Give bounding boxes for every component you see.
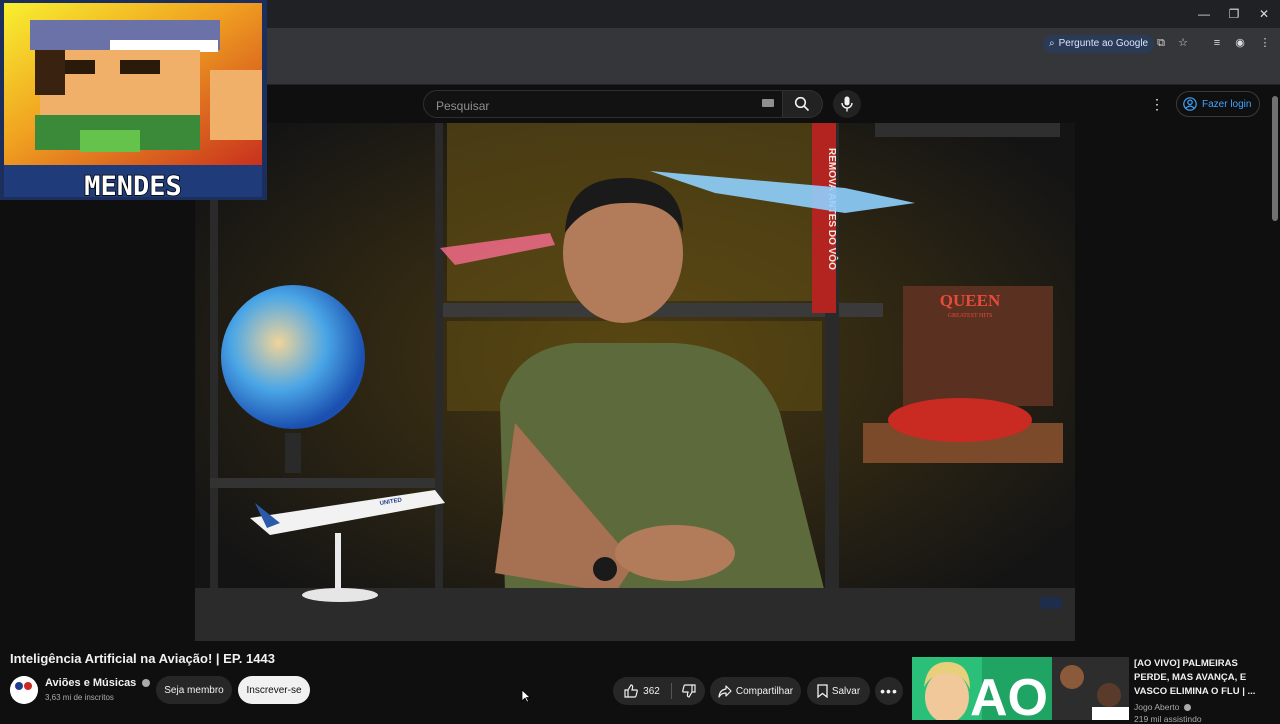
google-lens-icon: ⌕ — [1049, 38, 1055, 49]
channel-name-label: Aviões e Músicas — [45, 677, 137, 689]
like-dislike-group: 362 — [613, 677, 705, 705]
recommended-video-title[interactable]: [AO VIVO] PALMEIRAS PERDE, MAS AVANÇA, E… — [1134, 657, 1264, 699]
ask-google-button[interactable]: ⌕ Pergunte ao Google — [1043, 35, 1155, 53]
dislike-button[interactable] — [672, 677, 705, 705]
restore-icon[interactable]: ❐ — [1226, 6, 1242, 22]
save-label: Salvar — [831, 685, 861, 697]
recommended-channel[interactable]: Jogo Aberto — [1134, 702, 1191, 712]
search-button[interactable] — [783, 90, 823, 118]
close-icon[interactable]: ✕ — [1256, 6, 1272, 22]
more-horizontal-icon: ••• — [880, 683, 898, 699]
browser-menu-icon[interactable]: ⋮ — [1258, 36, 1272, 50]
install-app-icon[interactable]: ⧉ — [1154, 36, 1168, 50]
channel-avatar[interactable] — [10, 676, 38, 704]
streamer-overlay: MENDES — [0, 0, 267, 200]
sign-in-button[interactable]: Fazer login — [1176, 91, 1260, 117]
verified-badge-icon — [142, 679, 151, 688]
video-title: Inteligência Artificial na Aviação! | EP… — [10, 651, 275, 666]
subscriber-count: 3,63 mi de inscritos — [45, 693, 114, 702]
album-subtitle-text: GREATEST HITS — [948, 313, 993, 319]
page-scrollbar[interactable] — [1271, 88, 1279, 720]
recommended-video-thumbnail[interactable]: AO — [912, 657, 1129, 720]
minimize-icon[interactable]: — — [1196, 6, 1212, 22]
media-controls-icon[interactable]: ≡ — [1210, 36, 1224, 50]
search-box[interactable] — [423, 90, 783, 118]
bookmark-star-icon[interactable]: ☆ — [1176, 36, 1190, 50]
thumbnail-image: AO — [912, 657, 1129, 720]
thumbs-up-icon — [624, 684, 639, 698]
scrollbar-thumb[interactable] — [1272, 96, 1278, 221]
like-button[interactable]: 362 — [613, 677, 671, 705]
share-label: Compartilhar — [735, 685, 794, 697]
more-actions-button[interactable]: ••• — [875, 677, 903, 705]
ask-google-label: Pergunte ao Google — [1058, 38, 1149, 49]
save-button[interactable]: Salvar — [807, 677, 870, 705]
profile-icon[interactable]: ◉ — [1233, 36, 1247, 50]
subscribe-button[interactable]: Inscrever-se — [238, 676, 310, 704]
streamer-name: MENDES — [84, 171, 182, 200]
share-icon — [718, 684, 732, 698]
thumbnail-text: AO — [970, 669, 1048, 720]
channel-name[interactable]: Aviões e Músicas — [45, 677, 151, 689]
verified-badge-icon — [1183, 704, 1191, 712]
bookmark-icon — [817, 684, 828, 698]
streamer-avatar: MENDES — [0, 0, 267, 200]
microphone-icon — [841, 96, 853, 112]
recommended-view-count: 219 mil assistindo — [1134, 714, 1202, 724]
search-icon — [794, 96, 810, 112]
recommended-channel-name: Jogo Aberto — [1134, 702, 1180, 712]
video-frame: REMOVA ANTES DO VÔO QUEEN GREATEST HITS … — [195, 123, 1075, 641]
sign-in-label: Fazer login — [1202, 98, 1252, 110]
search-input[interactable] — [434, 96, 738, 116]
settings-menu-icon[interactable]: ⋮ — [1150, 95, 1164, 113]
thumbs-down-icon — [681, 684, 696, 698]
video-player[interactable]: REMOVA ANTES DO VÔO QUEEN GREATEST HITS … — [195, 123, 1075, 641]
join-membership-button[interactable]: Seja membro — [156, 676, 232, 704]
mouse-cursor-icon — [521, 689, 531, 703]
share-button[interactable]: Compartilhar — [710, 677, 801, 705]
voice-search-button[interactable] — [833, 90, 861, 118]
keyboard-icon[interactable] — [762, 99, 774, 107]
channel-logo — [10, 676, 38, 704]
account-icon — [1183, 97, 1197, 111]
like-count: 362 — [643, 685, 660, 697]
album-title-text: QUEEN — [940, 291, 1001, 310]
